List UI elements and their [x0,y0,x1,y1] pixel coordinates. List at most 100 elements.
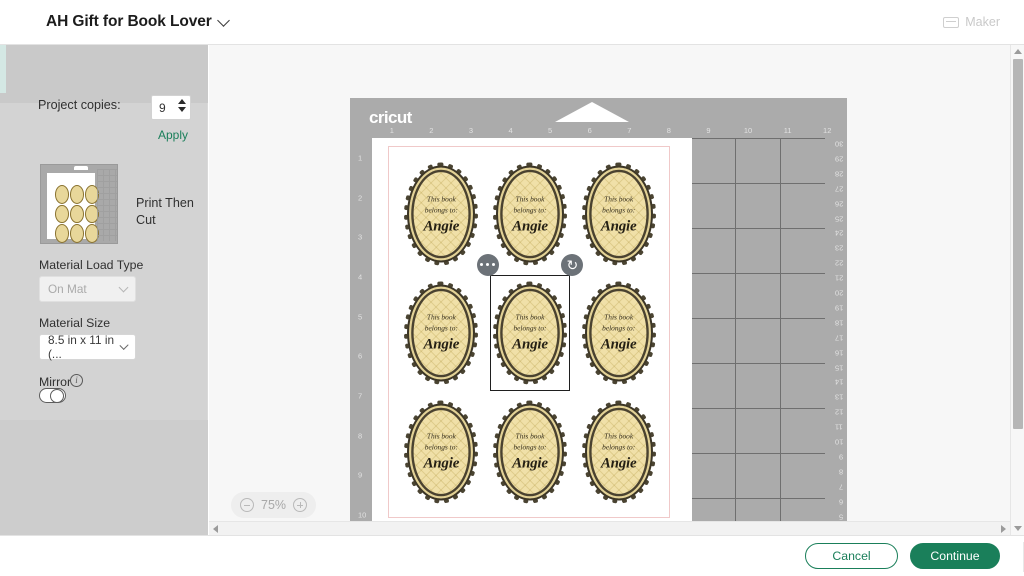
cutting-mat[interactable]: cricut 1 2 3 4 5 6 7 8 9 10 11 12 1 2 3 4 5 6 7 8 9 10 30 29 2… [350,98,847,535]
book-label-oval[interactable]: This book belongs to: Angie [404,162,479,266]
label-line-2: belongs to: [513,442,547,452]
scroll-right-icon[interactable] [1001,525,1006,533]
minus-circle-icon[interactable] [240,498,254,512]
ellipsis-dots [480,263,496,267]
book-label-oval[interactable]: This book belongs to: Angie [492,400,567,504]
thumbnail-labels [55,185,99,243]
scroll-left-icon[interactable] [213,525,218,533]
stepper-up-icon[interactable] [178,99,186,104]
ruler-tick-left: 9 [358,470,363,480]
label-cell[interactable]: This book belongs to: Angie [577,277,660,390]
quantity-stepper[interactable]: 9 [151,95,191,120]
selection-bounding-box[interactable] [489,274,571,392]
label-cell[interactable]: This book belongs to: Angie [577,158,660,271]
ruler-tick-left: 6 [358,351,363,361]
ellipsis-icon[interactable] [476,253,499,276]
label-line-2: belongs to: [602,442,636,452]
label-line-2: belongs to: [513,205,547,215]
plus-circle-icon[interactable] [293,498,308,512]
ruler-tick-right: 21 [834,273,843,283]
thumbnail-sheet [47,173,99,243]
thumbnail-label [55,185,69,204]
ruler-tick-top: 9 [706,126,711,135]
horizontal-scrollbar[interactable] [209,521,1010,535]
thumbnail-mat-tab [74,166,88,170]
thumbnail-label [70,224,84,243]
toggle-knob [50,389,64,404]
material-size-value: 8.5 in x 11 in (... [48,333,115,361]
zoom-control[interactable]: 75% [231,492,317,518]
thumbnail-grid [97,169,117,241]
ruler-tick-top: 2 [429,126,434,135]
ruler-tick-left: 7 [358,391,363,401]
chevron-down-icon[interactable] [216,13,230,27]
apply-button[interactable]: Apply [158,128,188,142]
label-name: Angie [600,336,637,353]
thumbnail-label [55,204,69,224]
label-name: Angie [600,218,637,235]
continue-button[interactable]: Continue [910,543,1000,569]
ruler-tick-top: 6 [587,126,592,135]
ruler-tick-top: 7 [627,126,632,135]
ruler-tick-top: 8 [666,126,671,135]
ruler-tick-right: 17 [834,333,843,343]
label-cell[interactable]: This book belongs to: Angie [489,158,572,271]
thumbnail-label [70,204,84,224]
cancel-button[interactable]: Cancel [805,543,898,569]
mirror-toggle[interactable] [39,388,66,404]
scroll-up-icon[interactable] [1014,49,1022,54]
mat-thumbnail[interactable] [40,164,118,244]
material-load-type-select[interactable]: On Mat [39,276,136,302]
operation-label: Print Then Cut [136,196,194,227]
label-cell[interactable]: This book belongs to: Angie [489,395,572,508]
book-label-oval[interactable]: This book belongs to: Angie [581,400,656,504]
ruler-tick-right: 26 [834,199,843,209]
ruler-tick-right: 18 [834,318,843,328]
ruler-tick-top: 3 [468,126,474,135]
ruler-tick-right: 20 [834,288,843,298]
scroll-down-icon[interactable] [1014,526,1022,531]
settings-sidebar: Project copies: 9 Apply Print Then Cut M… [0,45,208,576]
label-line-1: This book [515,194,545,204]
ruler-tick-top: 5 [548,126,553,135]
info-icon[interactable]: i [70,374,83,387]
rotate-icon[interactable]: ↻ [561,253,584,276]
label-line-2: belongs to: [424,323,458,333]
label-name: Angie [423,336,460,353]
stepper-arrows[interactable] [178,99,186,112]
horizontal-scroll-thumb[interactable] [221,524,991,534]
label-name: Angie [512,218,548,235]
label-name: Angie [600,455,637,472]
ruler-tick-left: 1 [358,153,363,163]
book-label-oval[interactable]: This book belongs to: Angie [581,281,656,385]
machine-indicator[interactable]: Maker [943,15,1024,29]
label-cell[interactable]: This book belongs to: Angie [400,158,483,271]
label-cell[interactable]: This book belongs to: Angie [400,395,483,508]
material-size-select[interactable]: 8.5 in x 11 in (... [39,333,136,361]
label-cell[interactable]: This book belongs to: Angie ↻ [476,253,584,392]
project-title-group[interactable]: AH Gift for Book Lover [0,13,230,31]
label-line-1: This book [604,194,634,204]
vertical-scrollbar[interactable] [1010,45,1024,535]
mat-grid [690,138,825,535]
zoom-level: 75% [261,498,287,512]
ruler-top: 1 2 3 4 5 6 7 8 9 10 11 12 [350,126,847,138]
vertical-scroll-thumb[interactable] [1013,59,1023,429]
label-cell[interactable]: This book belongs to: Angie [400,277,483,390]
book-label-oval[interactable]: This book belongs to: Angie [492,162,567,266]
label-cell[interactable]: This book belongs to: Angie [577,395,660,508]
stepper-down-icon[interactable] [178,107,186,112]
material-load-type-label: Material Load Type [39,258,144,272]
book-label-oval[interactable]: This book belongs to: Angie [581,162,656,266]
mat-canvas[interactable]: cricut 1 2 3 4 5 6 7 8 9 10 11 12 1 2 3 4 5 6 7 8 9 10 30 29 2… [209,45,1024,535]
ruler-tick-right: 5 [838,512,843,521]
ruler-tick-right: 14 [834,377,843,387]
ruler-tick-right: 27 [834,184,843,194]
label-name: Angie [423,455,460,472]
thumbnail-label [55,224,69,243]
thumbnail-label [70,185,84,204]
book-label-oval[interactable]: This book belongs to: Angie [404,400,479,504]
book-label-oval[interactable]: This book belongs to: Angie [404,281,479,385]
material-load-type-value: On Mat [48,282,87,296]
ruler-tick-top: 11 [783,126,792,135]
